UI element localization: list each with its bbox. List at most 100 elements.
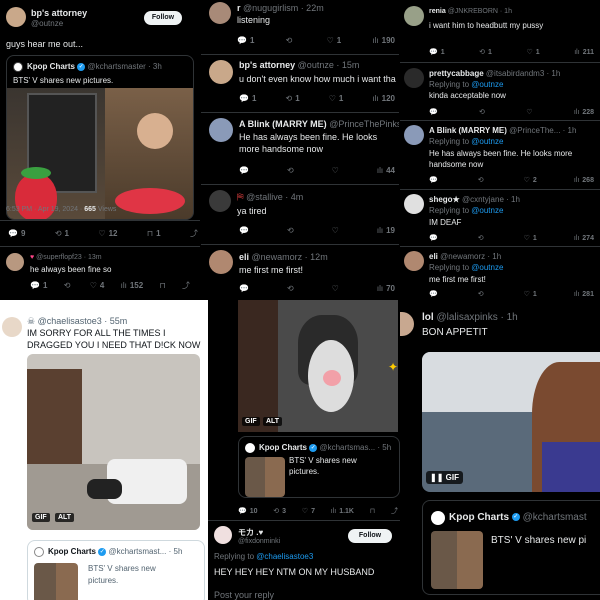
bookmark-icon[interactable]: ⊓ [159,280,165,291]
retweet-button[interactable]: ⟲ 1 [479,48,492,57]
avatar[interactable] [209,2,231,24]
author-name[interactable]: eli [429,252,438,261]
author-handle[interactable]: @PrinceThe... · 1h [509,126,576,135]
author-name[interactable]: eli [239,252,249,262]
author-handle[interactable]: @fixdonminki [238,538,280,545]
retweet-button[interactable]: ⟲ 3 [273,506,286,516]
pause-icon[interactable]: ❚❚ [430,473,443,482]
avatar[interactable] [404,125,424,145]
avatar[interactable] [209,60,233,84]
like-button[interactable]: ♡ 1 [527,48,540,57]
bookmark-icon[interactable]: ⊓ [370,506,375,516]
avatar[interactable] [209,250,233,274]
reply-button[interactable]: 💬 [239,226,252,235]
retweet-button[interactable]: ⟲ 1 [55,228,69,239]
reply-button[interactable]: 💬 [239,284,252,293]
author-handle[interactable]: @cxntyjane · 1h [462,195,520,204]
share-icon[interactable]: ⤴ [182,280,190,291]
reply-input[interactable]: Post your reply [214,590,274,600]
views-button[interactable]: ılı 228 [574,108,594,116]
like-button[interactable]: ♡ [526,108,535,116]
reply-target-link[interactable]: @outnze [471,263,503,272]
avatar[interactable] [2,317,22,337]
reply-handle[interactable]: @superflopf23 · 13m [36,254,101,261]
author-handle[interactable]: @outnze [31,19,63,28]
author-name[interactable]: bp's attorney [31,8,87,18]
author-name[interactable]: shego★ [429,195,460,204]
views-button[interactable]: ılı 268 [574,176,594,184]
retweet-button[interactable]: ⟲ [64,280,74,291]
reply-target-link[interactable]: @chaelisastoe3 [256,552,313,561]
views-button[interactable]: ılı 70 [377,284,395,293]
gif-badge[interactable]: GIF [242,417,260,426]
quoted-tweet[interactable]: Kpop Charts ✓ @kchartsmaster · 3h BTS' V… [6,55,194,220]
views-button[interactable]: ılı 211 [574,48,594,56]
reply-button[interactable]: 💬 9 [8,228,25,239]
gif-badge[interactable]: ❚❚ GIF [426,471,463,484]
author-name[interactable]: A Blink (MARRY ME) [429,126,507,135]
views-button[interactable]: ılı 190 [372,36,395,45]
author-handle[interactable]: @newamorz · 12m [252,252,328,262]
avatar[interactable] [209,118,233,142]
reply-button[interactable]: 💬 1 [30,280,47,291]
views-button[interactable]: ılı 44 [377,166,395,175]
author-handle[interactable]: @chaelisastoe3 · 55m [38,316,128,326]
author-name[interactable]: prettycabbage [429,69,484,78]
tweet-gif[interactable]: GIF ALT [27,354,200,530]
avatar[interactable] [6,7,26,27]
retweet-button[interactable]: ⟲ [287,166,297,175]
quoted-tweet[interactable]: Kpop Charts ✓ @kchartsmast BTS' V shares… [422,500,600,595]
author-name[interactable]: A Blink (MARRY ME) [239,119,327,129]
author-name[interactable]: renia [429,8,446,15]
reply-button[interactable]: 💬 [429,290,441,298]
avatar[interactable] [214,526,232,544]
avatar[interactable] [404,68,424,88]
reply-button[interactable]: 💬 [429,108,441,116]
like-button[interactable]: ♡ 1 [327,36,342,45]
retweet-button[interactable]: ⟲ [286,36,296,45]
reply-target-link[interactable]: @outnze [471,80,503,89]
like-button[interactable]: ♡ 1 [524,234,537,243]
share-icon[interactable]: ⤴ [391,506,398,516]
reply-button[interactable]: 💬 [429,176,441,184]
like-button[interactable]: ♡ 1 [524,290,537,299]
quote-image[interactable] [7,88,193,219]
avatar[interactable] [404,194,424,214]
gif-badge[interactable]: GIF [32,513,50,522]
like-button[interactable]: ♡ [332,284,342,293]
alt-badge[interactable]: ALT [55,513,75,522]
avatar[interactable] [400,312,414,336]
retweet-button[interactable]: ⟲ [478,234,487,242]
like-button[interactable]: ♡ 4 [90,280,105,291]
alt-badge[interactable]: ALT [263,417,283,426]
like-button[interactable]: ♡ 1 [329,94,344,103]
like-button[interactable]: ♡ 7 [302,506,315,516]
retweet-button[interactable]: ⟲ 1 [285,94,299,103]
reply-button[interactable]: 💬 10 [238,506,258,516]
author-handle[interactable]: @nugugirlism · 22m [243,3,324,13]
views-button[interactable]: ılı 152 [121,280,144,291]
retweet-button[interactable]: ⟲ [478,176,487,184]
quoted-tweet[interactable]: Kpop Charts ✓ @kchartsmast... · 5h BTS' … [27,540,205,600]
author-name[interactable]: r [237,3,241,13]
views-button[interactable]: ılı 281 [574,290,594,298]
tweet-gif[interactable]: ❚❚ GIF [422,352,600,492]
reply-button[interactable]: 💬 1 [237,36,254,45]
reply-button[interactable]: 💬 [239,166,252,175]
views-button[interactable]: ılı 120 [372,94,395,103]
author-handle[interactable]: @PrinceThePinks [329,119,399,129]
reply-button[interactable]: 💬 [429,234,441,242]
author-handle[interactable]: @outnze · 15m [298,60,360,70]
retweet-button[interactable]: ⟲ [287,226,297,235]
like-button[interactable]: ♡ 2 [524,176,537,185]
avatar[interactable] [404,251,424,271]
author-handle[interactable]: @itsabirdandm3 · 1h [486,69,560,78]
author-handle[interactable]: @lalisaxpinks · 1h [436,312,517,323]
retweet-button[interactable]: ⟲ [478,290,487,298]
avatar[interactable] [209,190,231,212]
views-button[interactable]: ılı 274 [574,234,594,242]
author-handle[interactable]: @JNKREBORN · 1h [448,8,512,15]
like-button[interactable]: ♡ 12 [98,228,117,239]
author-handle[interactable]: @newamorz · 1h [440,252,501,261]
author-name[interactable]: lol [422,312,434,323]
